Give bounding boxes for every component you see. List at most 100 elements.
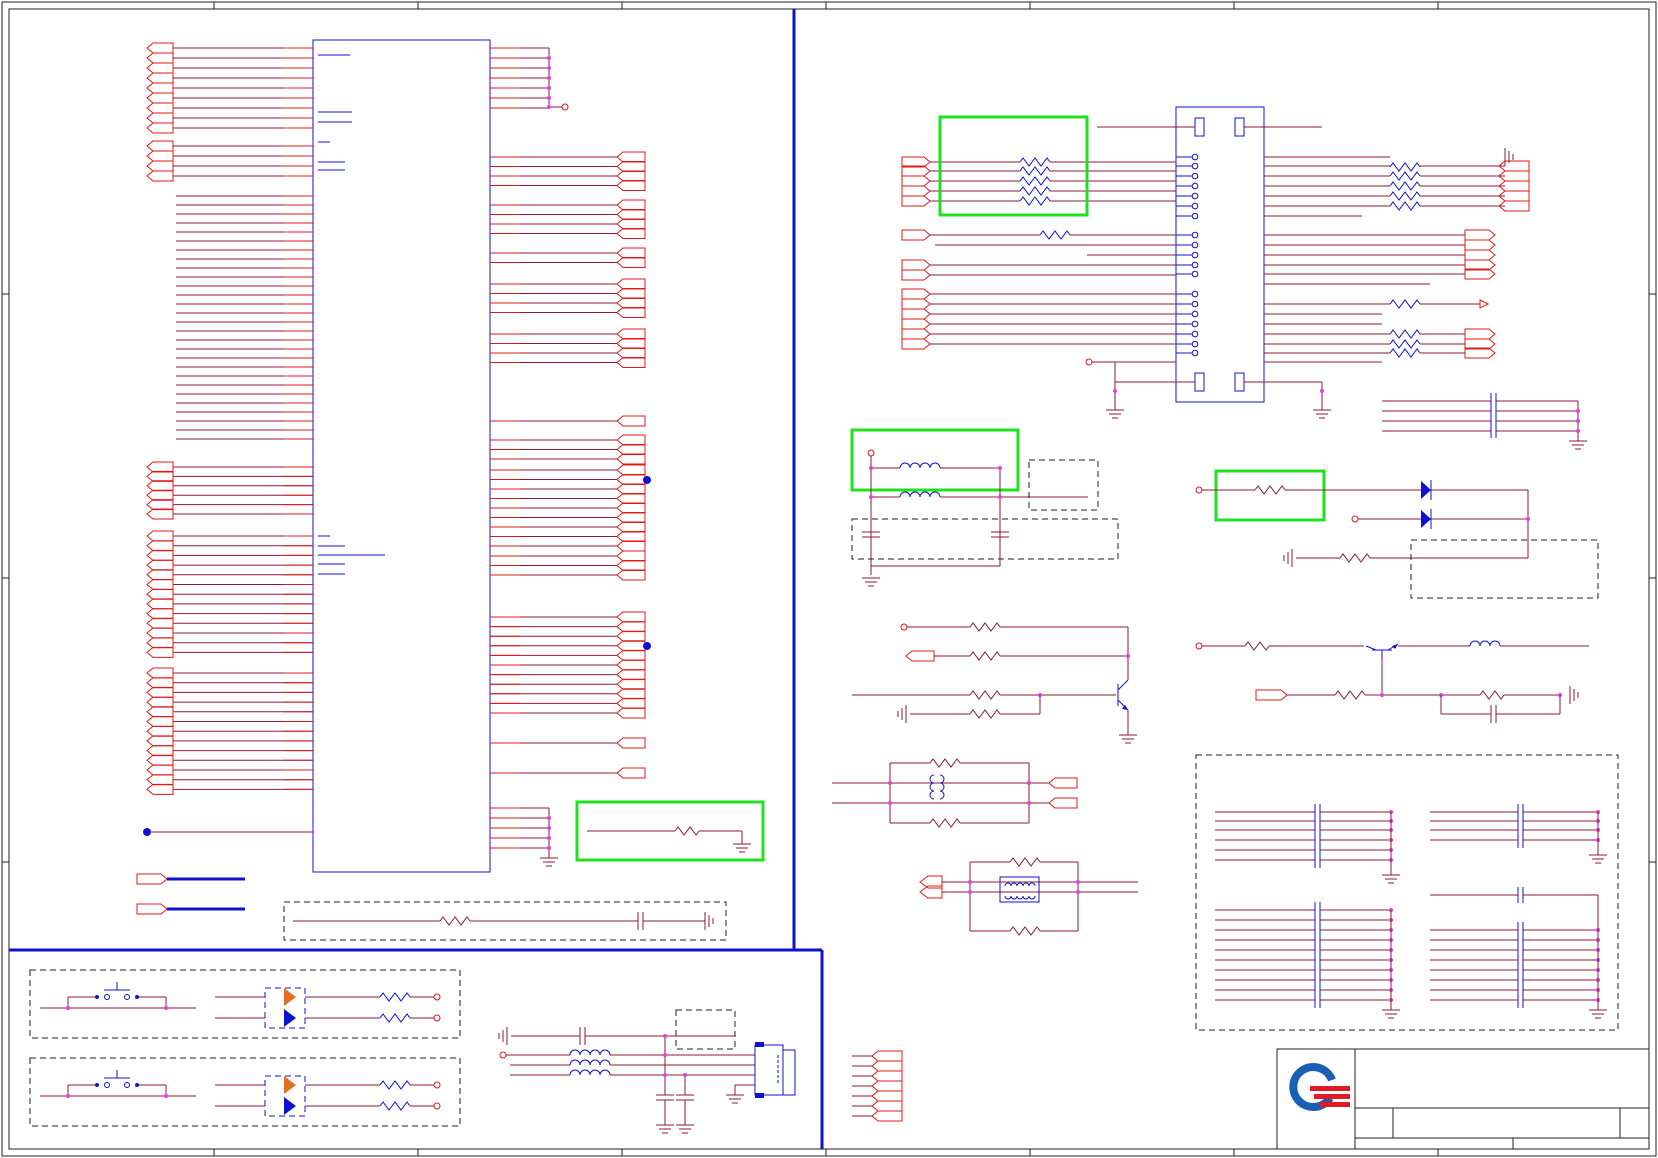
signal-port [901, 318, 931, 330]
signal-port [901, 185, 931, 197]
signal-port [1479, 299, 1490, 309]
signal-port [146, 489, 174, 501]
signal-port [146, 480, 174, 492]
signal-port [901, 269, 931, 281]
ground-icon [1283, 549, 1293, 567]
signal-port [616, 180, 646, 191]
ground-icon [1589, 1009, 1607, 1019]
signal-port [616, 161, 646, 172]
resistor-icon [1019, 186, 1051, 196]
junction-marker [643, 642, 651, 650]
signal-port [146, 725, 174, 737]
signal-port [146, 112, 174, 124]
signal-port [146, 549, 174, 561]
signal-port [146, 696, 174, 708]
ground-icon [1119, 734, 1137, 744]
signal-port [146, 122, 174, 134]
signal-port [1464, 239, 1496, 251]
resistor-icon [439, 916, 471, 926]
signal-port [146, 667, 174, 679]
bus-ports [136, 873, 245, 915]
ground-icon [1313, 409, 1331, 419]
signal-port [871, 1110, 903, 1122]
signal-port [616, 737, 646, 749]
signal-port [616, 288, 646, 299]
signal-port [146, 530, 174, 542]
signal-port [616, 630, 646, 642]
connector-pin [1191, 300, 1199, 308]
connector-filter-block [498, 1009, 796, 1134]
signal-port [616, 540, 646, 552]
signal-port [146, 52, 174, 64]
signal-port [616, 257, 646, 268]
inductor-icon [569, 1069, 611, 1076]
connector-pin [1191, 162, 1199, 170]
signal-port [871, 1070, 903, 1082]
signal-port [146, 686, 174, 698]
signal-port [1464, 229, 1496, 241]
signal-port [616, 649, 646, 661]
connector-pin [1191, 202, 1199, 210]
port-stack-bottom [852, 1050, 903, 1122]
connector-pin [1191, 153, 1199, 161]
connector-pin [1191, 270, 1199, 278]
signal-port [146, 540, 174, 552]
signal-port [871, 1080, 903, 1092]
resistor-icon [929, 758, 961, 768]
capacitor-icon [656, 1094, 674, 1101]
signal-port [871, 1090, 903, 1102]
signal-port [616, 347, 646, 359]
resistor-icon [1389, 171, 1421, 181]
signal-port [616, 357, 646, 368]
signal-port [146, 706, 174, 718]
signal-port [146, 508, 174, 520]
ic-ground-rail [540, 808, 558, 867]
signal-port [146, 42, 174, 54]
signal-port [616, 621, 646, 633]
signal-port [616, 669, 646, 681]
signal-port [616, 521, 646, 533]
ground-icon [862, 577, 880, 587]
resistor-icon [1039, 230, 1071, 240]
signal-port [146, 598, 174, 610]
signal-port [146, 617, 174, 629]
resistor-icon [1019, 157, 1051, 167]
led-icon [215, 987, 441, 1029]
choke-block [832, 758, 1078, 828]
connector-pin [1191, 320, 1199, 328]
ground-icon [1106, 409, 1124, 419]
resistor-icon [379, 1080, 411, 1090]
signal-port [146, 72, 174, 84]
ground-icon [1569, 440, 1587, 450]
switch-led-block-2 [29, 1057, 461, 1127]
capacitor-icon [637, 912, 644, 930]
signal-port [146, 170, 174, 182]
signal-port [146, 461, 174, 473]
resistor-icon [969, 622, 1001, 632]
signal-port [901, 195, 931, 207]
signal-port [616, 531, 646, 542]
signal-port [901, 259, 931, 271]
resistor-icon [1339, 553, 1371, 563]
resistor-icon [1019, 176, 1051, 186]
resistor-icon [1334, 690, 1366, 700]
connector-pin [1191, 261, 1199, 269]
resistor-icon [969, 709, 1001, 719]
connector-pin [1191, 290, 1199, 298]
ground-icon [1382, 874, 1400, 884]
signal-port [616, 247, 646, 259]
ground-icon [1504, 148, 1514, 166]
resistor-icon [1244, 641, 1270, 651]
connector-pin [1191, 172, 1199, 180]
signal-port [616, 297, 646, 309]
signal-port [146, 569, 174, 581]
resistor-icon [1389, 201, 1421, 211]
signal-port [901, 229, 931, 241]
signal-port [146, 92, 174, 104]
signal-port [1464, 328, 1496, 340]
signal-port [901, 338, 931, 350]
signal-port [146, 745, 174, 757]
connector-pin [1191, 340, 1199, 348]
schematic-sheet [1, 1, 1657, 1157]
signal-port [901, 298, 931, 310]
